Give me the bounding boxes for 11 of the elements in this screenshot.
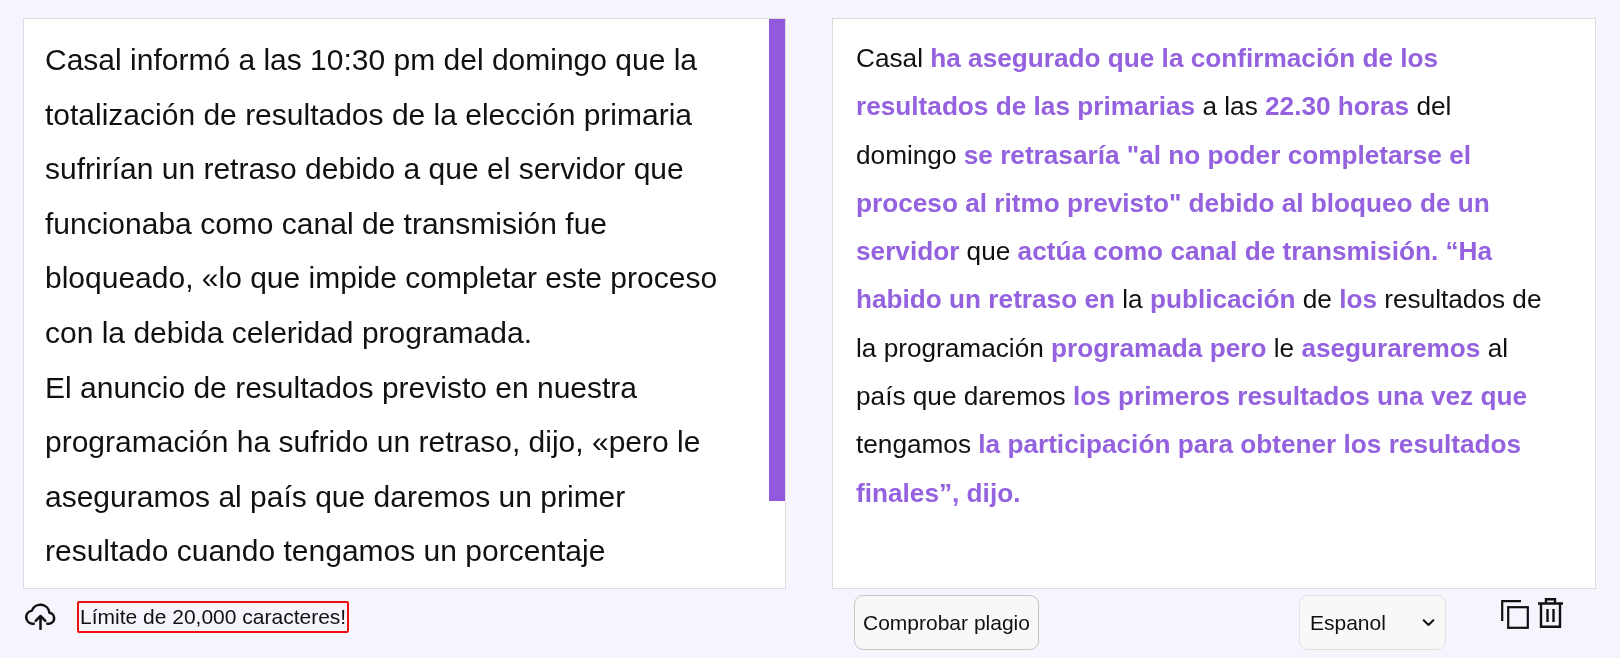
copy-icon[interactable] <box>1501 600 1529 629</box>
trash-icon[interactable] <box>1537 598 1564 628</box>
scrollbar-thumb[interactable] <box>769 19 785 501</box>
character-limit-notice: Límite de 20,000 caracteres! <box>77 601 350 633</box>
paraphrased-text: Casal ha asegurado que la confirmación de los resultados de las primarias a las 22.30 horas del domingo se retrasaría "al no poder completarse el proceso al ritmo previsto" debido al bloqueo de un servidor que actúa como canal de transmisión. “Ha habido un retraso en la publicación de los resultados de la programación programada pero le aseguraremos al país que daremos los primeros resultados una vez que tengamos la participación para obtener los resultados finales”, dijo. <box>856 42 1543 510</box>
source-text: Casal informó a las 10:30 pm del domingo que la totalización de resultados de la elección primaria sufrirían un retraso debido a que el servidor que funcionaba como canal de transmisión fue bloqueado, «lo que impide completar este proceso con la debida celeridad programada. El anuncio de resultados previsto en nuestra programación ha sufrido un retraso, dijo, «pero le aseguramos al país que daremos un primer resultado cuando tengamos un porcentaje <box>45 42 719 570</box>
cloud-upload-icon[interactable] <box>24 601 57 630</box>
check-plagiarism-button[interactable]: Comprobar plagio <box>854 595 1039 650</box>
language-select[interactable]: Espanol <box>1299 595 1446 650</box>
source-text-field[interactable] <box>23 18 786 589</box>
caret-icon <box>1422 618 1435 627</box>
